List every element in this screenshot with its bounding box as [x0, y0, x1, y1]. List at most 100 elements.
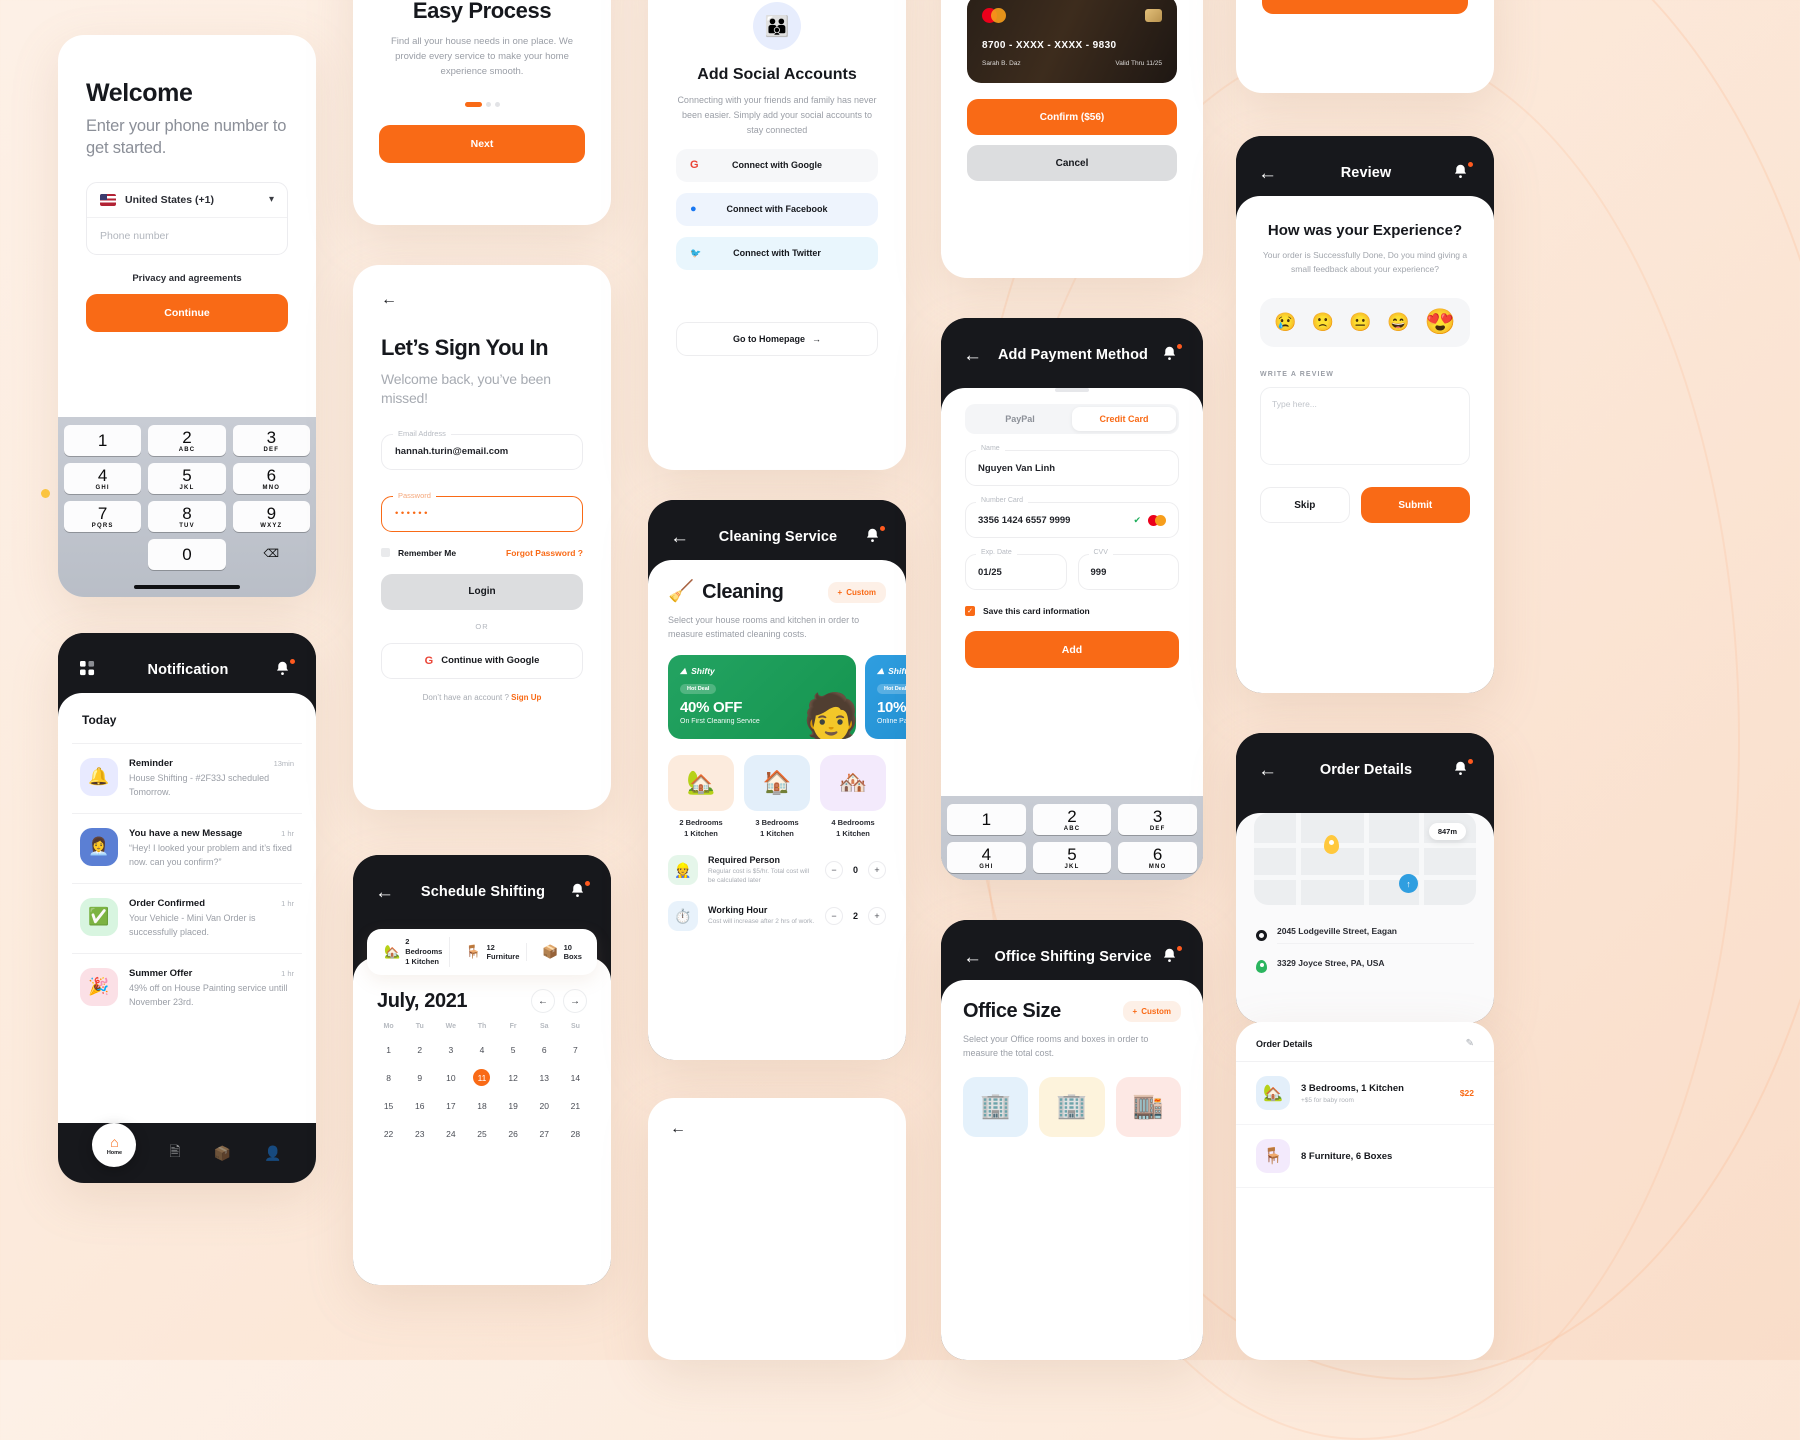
- notification-row[interactable]: 🔔 Reminder 13min House Shifting - #2F33J sc…: [72, 743, 302, 813]
- emoji-rating-4[interactable]: 😄: [1387, 312, 1409, 333]
- plus-button[interactable]: +: [868, 861, 886, 880]
- chip-bedrooms[interactable]: 🏡 2 Bedrooms 1 Kitchen: [377, 937, 451, 968]
- calendar-day[interactable]: 12: [498, 1069, 529, 1086]
- keypad-key-2[interactable]: 2 ABC: [1032, 804, 1112, 835]
- calendar-day[interactable]: 2: [404, 1041, 435, 1058]
- calendar-day[interactable]: 23: [404, 1125, 435, 1142]
- calendar-day[interactable]: 5: [498, 1041, 529, 1058]
- keypad-key-7[interactable]: 7 PQRS: [64, 501, 142, 532]
- keypad-key-3[interactable]: 3 DEF: [232, 425, 310, 456]
- keypad-key-8[interactable]: 8 TUV: [148, 501, 226, 532]
- keypad-key-5[interactable]: 5 JKL: [1032, 842, 1112, 873]
- tab-credit-card[interactable]: Credit Card: [1072, 407, 1176, 431]
- connect-twitter-button[interactable]: 🐦 Connect with Twitter: [676, 236, 878, 270]
- chip-furniture[interactable]: 🪑 12 Furniture: [458, 943, 528, 962]
- keypad-key-2[interactable]: 2 ABC: [148, 425, 226, 456]
- keypad-key-6[interactable]: 6 MNO: [1118, 842, 1197, 873]
- emoji-rating-5-selected[interactable]: 😍: [1425, 308, 1456, 337]
- remember-me-checkbox[interactable]: [381, 548, 390, 558]
- notification-row[interactable]: 🎉 Summer Offer 1 hr 49% off on House Painti…: [72, 953, 302, 1023]
- skip-button[interactable]: Skip: [1260, 487, 1350, 524]
- calendar-day[interactable]: 25: [466, 1125, 497, 1142]
- tab-profile[interactable]: 👤: [264, 1145, 281, 1162]
- calendar-day[interactable]: 6: [529, 1041, 560, 1058]
- room-option[interactable]: 🏡 2 Bedrooms 1 Kitchen: [668, 754, 734, 840]
- keypad-key-1[interactable]: 1: [64, 425, 142, 456]
- minus-button[interactable]: −: [825, 907, 843, 926]
- calendar-day[interactable]: 20: [529, 1097, 560, 1114]
- keypad-key-3[interactable]: 3 DEF: [1118, 804, 1197, 835]
- back-icon[interactable]: ←: [1258, 761, 1280, 780]
- bell-icon[interactable]: [1161, 344, 1182, 365]
- keypad-key-6[interactable]: 6 MNO: [232, 463, 310, 494]
- calendar-day[interactable]: 18: [466, 1097, 497, 1114]
- bell-icon[interactable]: [274, 659, 295, 680]
- office-size-option[interactable]: 🏢: [1039, 1076, 1105, 1137]
- keypad-key-1[interactable]: 1: [947, 804, 1026, 835]
- calendar-day[interactable]: 4: [466, 1041, 497, 1058]
- phone-input[interactable]: Phone number: [87, 218, 287, 254]
- calendar-day-selected[interactable]: 11: [466, 1069, 497, 1087]
- edit-icon[interactable]: ✎: [1466, 1038, 1474, 1049]
- calendar-day[interactable]: 17: [435, 1097, 466, 1114]
- room-option[interactable]: 🏠 3 Bedrooms 1 Kitchen: [744, 754, 810, 840]
- calendar-day[interactable]: 21: [560, 1097, 591, 1114]
- country-select[interactable]: United States (+1) ▾: [87, 183, 287, 218]
- plus-button[interactable]: +: [868, 907, 886, 926]
- custom-button[interactable]: + Custom: [827, 581, 886, 603]
- save-card-checkbox[interactable]: ✓: [965, 606, 975, 616]
- back-icon[interactable]: ←: [963, 948, 985, 967]
- calendar-day[interactable]: 1: [373, 1041, 404, 1058]
- back-icon[interactable]: ←: [381, 291, 583, 309]
- office-size-option[interactable]: 🏢: [963, 1076, 1029, 1137]
- bell-icon[interactable]: [1452, 759, 1473, 780]
- emoji-rating-3[interactable]: 😐: [1349, 312, 1371, 333]
- signup-link[interactable]: Sign Up: [511, 693, 541, 702]
- back-icon[interactable]: ←: [1258, 164, 1280, 183]
- calendar-prev-icon[interactable]: ←: [531, 989, 555, 1014]
- calendar-day[interactable]: 26: [498, 1125, 529, 1142]
- chip-boxes[interactable]: 📦 10 Boxs: [535, 943, 589, 961]
- office-size-option[interactable]: 🏬: [1115, 1076, 1181, 1137]
- calendar-day[interactable]: 13: [529, 1069, 560, 1086]
- room-option[interactable]: 🏘️ 4 Bedrooms 1 Kitchen: [820, 754, 886, 840]
- calendar-day[interactable]: 14: [560, 1069, 591, 1086]
- login-button[interactable]: Login: [381, 573, 583, 610]
- tab-services[interactable]: 📦: [214, 1145, 231, 1162]
- calendar-day[interactable]: 27: [529, 1125, 560, 1142]
- calendar-day[interactable]: 3: [435, 1041, 466, 1058]
- review-textarea[interactable]: Type here...: [1260, 387, 1470, 466]
- back-icon[interactable]: ←: [670, 528, 692, 547]
- calendar-day[interactable]: 10: [435, 1069, 466, 1086]
- calendar-next-icon[interactable]: →: [563, 989, 587, 1014]
- connect-facebook-button[interactable]: ● Connect with Facebook: [676, 192, 878, 226]
- bell-icon[interactable]: [864, 526, 885, 547]
- order-item-row[interactable]: 🏡 3 Bedrooms, 1 Kitchen +$5 for baby roo…: [1236, 1062, 1494, 1125]
- route-map[interactable]: ↑ 847m: [1254, 813, 1476, 905]
- expiry-field[interactable]: Exp. Date 01/25: [965, 549, 1067, 590]
- calendar-day[interactable]: 7: [560, 1041, 591, 1058]
- continue-with-google-button[interactable]: G Continue with Google: [381, 642, 583, 679]
- confirm-button[interactable]: Confirm ($56): [967, 99, 1177, 135]
- promo-card-1[interactable]: ⛰ Shifty Hot Deal 40% OFF On First Cleani…: [668, 654, 856, 739]
- tab-paypal[interactable]: PayPal: [968, 407, 1072, 431]
- bell-icon[interactable]: [1452, 162, 1473, 183]
- cancel-button[interactable]: Cancel: [967, 145, 1177, 181]
- promo-card-2[interactable]: ⛰Shifty Hot Deal 10% Online Pa: [865, 654, 906, 739]
- tab-orders[interactable]: 🖹: [169, 1141, 180, 1165]
- bell-icon[interactable]: [1161, 946, 1182, 967]
- name-field[interactable]: Name Nguyen Van Linh: [965, 445, 1179, 486]
- back-icon[interactable]: ←: [670, 1120, 884, 1138]
- connect-google-button[interactable]: G Connect with Google: [676, 148, 878, 182]
- calendar-day[interactable]: 9: [404, 1069, 435, 1086]
- minus-button[interactable]: −: [825, 861, 843, 880]
- calendar-day[interactable]: 24: [435, 1125, 466, 1142]
- cvv-field[interactable]: CVV 999: [1077, 549, 1179, 590]
- calendar-day[interactable]: 15: [373, 1097, 404, 1114]
- add-button[interactable]: Add: [965, 631, 1179, 668]
- keypad-key-9[interactable]: 9 WXYZ: [232, 501, 310, 532]
- notification-row[interactable]: 👩‍💼 You have a new Message 1 hr “Hey! I loo…: [72, 813, 302, 883]
- keypad-key-0[interactable]: 0: [148, 539, 226, 570]
- forgot-password-link[interactable]: Forgot Password ?: [506, 548, 583, 558]
- email-field[interactable]: Email Address hannah.turin@email.com: [381, 428, 583, 470]
